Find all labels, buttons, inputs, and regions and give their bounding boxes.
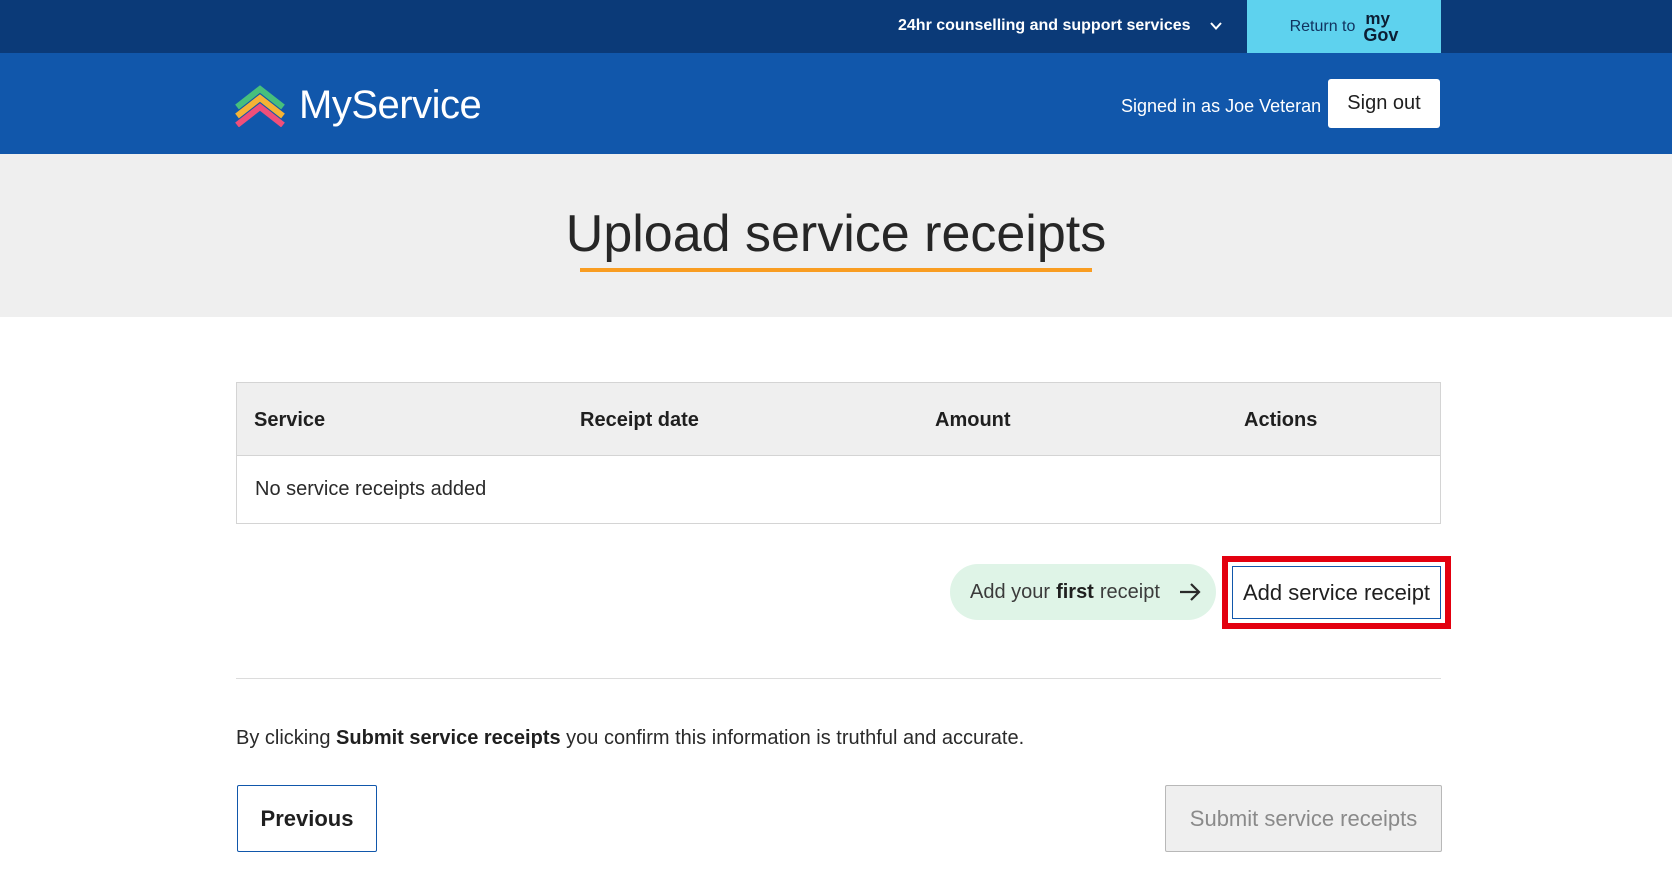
return-to-mygov-button[interactable]: Return to my Gov: [1247, 0, 1441, 53]
mygov-logo: my Gov: [1363, 8, 1399, 45]
myservice-home-link[interactable]: MyService: [233, 83, 482, 128]
confirmation-text: By clicking Submit service receipts you …: [236, 727, 1025, 749]
brand-name: MyService: [299, 83, 482, 127]
utility-bar: 24hr counselling and support services Re…: [0, 0, 1672, 53]
column-amount: Amount: [935, 409, 1011, 431]
myservice-logo-icon: [235, 84, 285, 127]
arrow-right-icon: [1180, 583, 1201, 601]
receipts-table: Service Receipt date Amount Actions No s…: [236, 382, 1441, 524]
first-receipt-hint: Add your first receipt: [950, 564, 1216, 620]
column-receipt-date: Receipt date: [580, 409, 699, 431]
submit-service-receipts-button[interactable]: Submit service receipts: [1165, 785, 1442, 852]
column-actions: Actions: [1244, 409, 1318, 431]
page-title: Upload service receipts: [565, 205, 1107, 263]
column-service: Service: [254, 409, 326, 431]
brand-bar: MyService Signed in as Joe Veteran Sign …: [0, 53, 1672, 154]
title-underline: [580, 268, 1092, 272]
previous-button[interactable]: Previous: [237, 785, 377, 852]
chevron-down-icon: [1209, 22, 1222, 30]
sign-out-button[interactable]: Sign out: [1328, 79, 1440, 128]
divider: [236, 678, 1441, 679]
page-header: Upload service receipts: [0, 154, 1672, 317]
empty-message: No service receipts added: [255, 478, 487, 500]
counselling-label: 24hr counselling and support services: [898, 17, 1191, 34]
table-row: No service receipts added: [237, 456, 1440, 523]
table-header: Service Receipt date Amount Actions: [237, 383, 1440, 456]
return-to-label: Return to: [1289, 17, 1356, 35]
counselling-menu[interactable]: 24hr counselling and support services: [898, 17, 1223, 35]
signed-in-text: Signed in as Joe Veteran: [1121, 96, 1322, 116]
add-service-receipt-button[interactable]: Add service receipt: [1232, 566, 1441, 619]
